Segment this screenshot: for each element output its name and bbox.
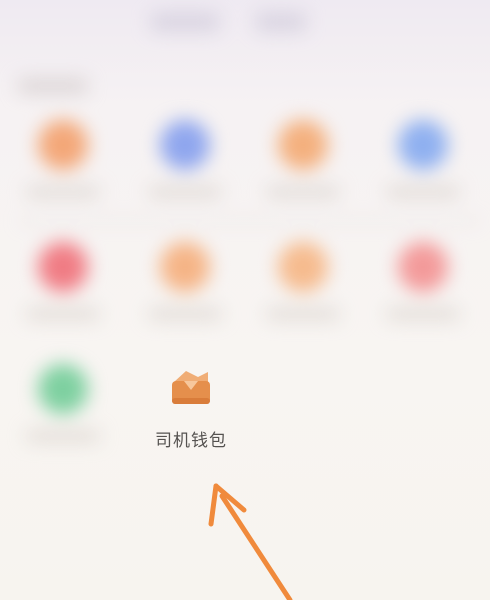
grid-item[interactable] [368, 242, 478, 362]
driver-wallet-label: 司机钱包 [155, 431, 227, 451]
top-tab-placeholder[interactable] [255, 12, 307, 32]
label-placeholder [266, 308, 340, 320]
wallet-icon [172, 371, 210, 404]
driver-wallet-button[interactable]: 司机钱包 [150, 362, 232, 462]
blurred-background [0, 0, 490, 600]
label-placeholder [386, 186, 460, 198]
grid-item[interactable] [248, 242, 358, 362]
blue-circle-icon [398, 120, 448, 170]
orange-circle-icon [160, 242, 210, 292]
label-placeholder [386, 308, 460, 320]
grid-item[interactable] [130, 242, 240, 362]
blue-circle-icon [160, 120, 210, 170]
divider [20, 220, 480, 222]
label-placeholder [266, 186, 340, 198]
app-screen: 司机钱包 [0, 0, 490, 600]
label-placeholder [26, 430, 100, 442]
grid-item[interactable] [8, 120, 118, 240]
grid-item[interactable] [8, 242, 118, 362]
grid-item[interactable] [368, 120, 478, 240]
label-placeholder [148, 308, 222, 320]
label-placeholder [148, 186, 222, 198]
top-bar [0, 0, 490, 38]
section-title-placeholder [18, 78, 88, 94]
label-placeholder [26, 186, 100, 198]
orange-circle-icon [278, 120, 328, 170]
orange-circle-icon [278, 242, 328, 292]
green-circle-icon [38, 364, 88, 414]
red-circle-icon [38, 242, 88, 292]
orange-circle-icon [38, 120, 88, 170]
grid-item[interactable] [8, 364, 118, 484]
top-tab-placeholder[interactable] [150, 12, 220, 32]
label-placeholder [26, 308, 100, 320]
red-circle-icon [398, 242, 448, 292]
grid-item[interactable] [130, 120, 240, 240]
grid-item[interactable] [248, 120, 358, 240]
